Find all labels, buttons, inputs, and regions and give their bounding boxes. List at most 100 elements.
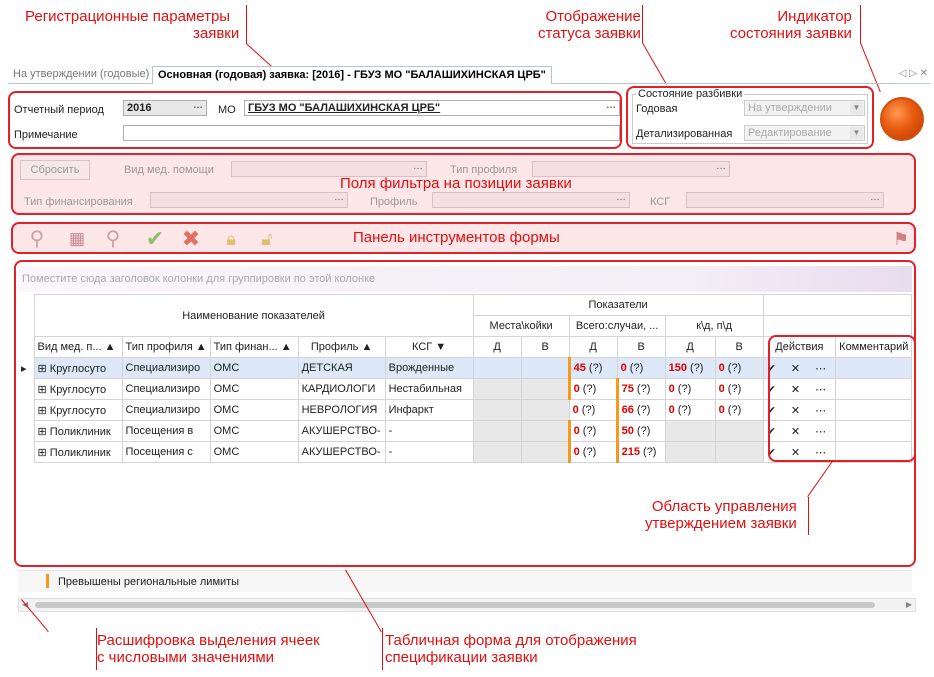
mo-field[interactable]: ГБУЗ МО "БАЛАШИХИНСКАЯ ЦРБ" …: [244, 100, 620, 116]
cell-funding[interactable]: ОМС: [209, 441, 299, 463]
cell-kd-d[interactable]: 0 (?): [664, 378, 716, 400]
cell-profile[interactable]: ДЕТСКАЯ: [297, 357, 386, 379]
expand-cell[interactable]: ⊞ Поликлиник: [33, 420, 123, 442]
header-indicators: Показатели: [472, 294, 764, 316]
expand-plus-icon[interactable]: ⊞: [38, 384, 47, 396]
funding-type-dots-button[interactable]: …: [332, 193, 346, 206]
cell-profile-type[interactable]: Специализиро: [121, 357, 211, 379]
cell-ksg[interactable]: -: [384, 420, 474, 442]
calendar-icon[interactable]: ▦: [64, 227, 90, 251]
ksg-field[interactable]: …: [686, 192, 884, 208]
col-total-v[interactable]: В: [616, 336, 666, 358]
cell-kd-d: [664, 441, 716, 463]
group-panel[interactable]: Поместите сюда заголовок колонки для гру…: [18, 266, 912, 292]
mo-dots-button[interactable]: …: [604, 101, 618, 114]
note-field[interactable]: [123, 125, 620, 141]
flag-icon[interactable]: ⚑: [888, 227, 914, 251]
detailed-status-combo[interactable]: Редактирование ▼: [744, 125, 865, 141]
tab-pending-approval[interactable]: На утверждении (годовые): [8, 66, 154, 84]
period-dots-button[interactable]: …: [191, 101, 205, 114]
cell-profile-type[interactable]: Посещения в: [121, 420, 211, 442]
cell-total-d[interactable]: 0 (?): [567, 378, 618, 400]
search-icon[interactable]: ⚲: [24, 227, 50, 251]
col-places-v[interactable]: В: [520, 336, 570, 358]
unlock-icon[interactable]: 🔓︎: [254, 227, 280, 251]
cell-total-v[interactable]: 0 (?): [616, 357, 666, 379]
tab-scroll-arrows[interactable]: ◁ ▷ ✕: [899, 68, 928, 79]
cell-kd-v[interactable]: 0 (?): [714, 399, 764, 421]
expand-cell[interactable]: ⊞ Круглосуто: [33, 357, 123, 379]
cell-funding[interactable]: ОМС: [209, 357, 299, 379]
expand-plus-icon[interactable]: ⊞: [38, 363, 47, 375]
scroll-right-arrow-icon[interactable]: ▶: [906, 599, 912, 611]
cell-ksg[interactable]: Врожденные: [384, 357, 474, 379]
expand-cell[interactable]: ⊞ Поликлиник: [33, 441, 123, 463]
scrollbar-thumb[interactable]: [35, 602, 875, 608]
cell-profile[interactable]: КАРДИОЛОГИ: [297, 378, 386, 400]
cell-profile[interactable]: АКУШЕРСТВО-: [297, 441, 386, 463]
expand-plus-icon[interactable]: ⊞: [38, 447, 47, 459]
cell-funding[interactable]: ОМС: [209, 420, 299, 442]
cell-places-v: [520, 378, 570, 400]
col-profile[interactable]: Профиль ▲: [297, 336, 386, 358]
cell-profile-type[interactable]: Специализиро: [121, 378, 211, 400]
cell-funding[interactable]: ОМС: [209, 378, 299, 400]
col-kd-v[interactable]: В: [714, 336, 764, 358]
cell-kd-d[interactable]: 150 (?): [664, 357, 716, 379]
lock-icon[interactable]: 🔒︎: [218, 227, 244, 251]
care-type-dots-button[interactable]: …: [411, 162, 425, 175]
status-group-title: Состояние разбивки: [636, 88, 745, 100]
col-care-type[interactable]: Вид мед. п... ▲: [33, 336, 123, 358]
cell-ksg[interactable]: -: [384, 441, 474, 463]
cell-total-d[interactable]: 0 (?): [568, 399, 618, 421]
cell-total-d[interactable]: 45 (?): [567, 357, 618, 379]
tab-main-annual-request[interactable]: Основная (годовая) заявка: [2016] - ГБУЗ…: [152, 66, 552, 84]
col-profile-type[interactable]: Тип профиля ▲: [121, 336, 211, 358]
cell-total-d[interactable]: 0 (?): [567, 420, 618, 442]
cell-funding[interactable]: ОМС: [209, 399, 299, 421]
cell-ksg[interactable]: Инфаркт: [384, 399, 474, 421]
reset-button[interactable]: Сбросить: [20, 160, 90, 180]
expand-plus-icon[interactable]: ⊞: [38, 405, 47, 417]
approval-area-box: [768, 335, 916, 462]
cell-places-d: [472, 378, 522, 400]
cell-total-v[interactable]: 66 (?): [615, 399, 666, 421]
cell-ksg[interactable]: Нестабильная: [384, 378, 474, 400]
profile-type-dots-button[interactable]: …: [714, 162, 728, 175]
col-kd-d[interactable]: Д: [664, 336, 716, 358]
cell-kd-v[interactable]: 0 (?): [714, 378, 764, 400]
expand-cell[interactable]: ⊞ Круглосуто: [33, 378, 123, 400]
cell-places-v: [520, 420, 570, 442]
cell-kd-v[interactable]: 0 (?): [714, 357, 764, 379]
col-ksg[interactable]: КСГ ▼: [384, 336, 474, 358]
funding-type-field[interactable]: …: [150, 192, 348, 208]
profile-dots-button[interactable]: …: [614, 193, 628, 206]
cell-total-v[interactable]: 75 (?): [615, 378, 666, 400]
header-empty: [762, 294, 913, 316]
col-total-d[interactable]: Д: [568, 336, 618, 358]
cell-total-v[interactable]: 50 (?): [615, 420, 666, 442]
expand-cell[interactable]: ⊞ Круглосуто: [33, 399, 123, 421]
cell-total-v[interactable]: 215 (?): [615, 441, 666, 463]
period-field[interactable]: 2016 …: [123, 100, 207, 116]
horizontal-scrollbar[interactable]: ◀ ▶: [18, 598, 916, 612]
zoom-preview-icon[interactable]: ⚲: [100, 227, 126, 251]
annual-status-combo[interactable]: На утверждении ▼: [744, 100, 865, 116]
cell-profile[interactable]: НЕВРОЛОГИЯ: [297, 399, 386, 421]
col-places-d[interactable]: Д: [472, 336, 522, 358]
cell-places-d: [472, 399, 522, 421]
cell-profile-type[interactable]: Посещения с: [121, 441, 211, 463]
profile-field[interactable]: …: [432, 192, 630, 208]
expand-plus-icon[interactable]: ⊞: [38, 426, 47, 438]
approve-check-icon[interactable]: ✔: [142, 227, 168, 251]
cell-total-d[interactable]: 0 (?): [567, 441, 618, 463]
ksg-dots-button[interactable]: …: [868, 193, 882, 206]
reject-cross-icon[interactable]: ✖: [178, 227, 204, 251]
cell-profile-type[interactable]: Специализиро: [121, 399, 211, 421]
header-indicator-names: Наименование показателей: [33, 294, 474, 337]
row-indicator-header: [18, 294, 34, 337]
cell-profile[interactable]: АКУШЕРСТВО-: [297, 420, 386, 442]
col-funding-type[interactable]: Тип финан... ▲: [209, 336, 299, 358]
row-indicator-cell: [18, 336, 34, 358]
cell-kd-d[interactable]: 0 (?): [664, 399, 716, 421]
